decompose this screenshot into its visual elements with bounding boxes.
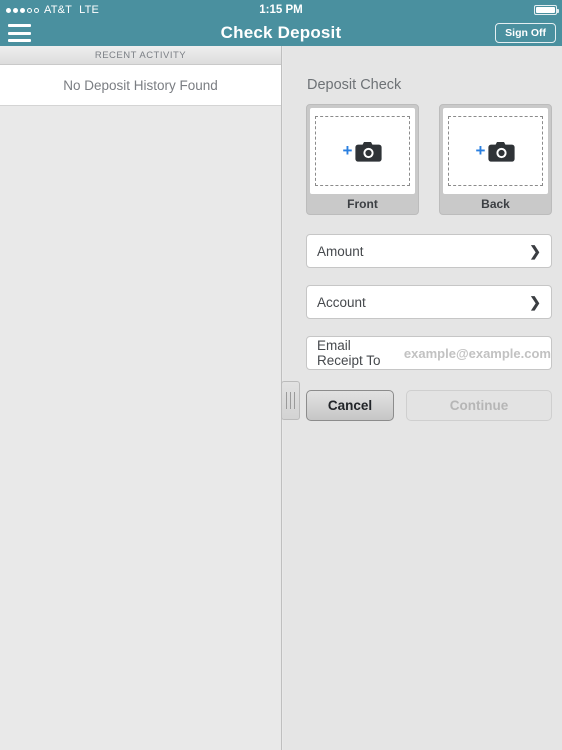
- capture-front-preview: +: [310, 108, 415, 194]
- amount-field[interactable]: Amount ❯: [306, 234, 552, 268]
- battery-icon: [534, 5, 559, 15]
- sign-off-button[interactable]: Sign Off: [495, 23, 556, 43]
- clock-label: 1:15 PM: [259, 4, 303, 16]
- recent-activity-panel: RECENT ACTIVITY No Deposit History Found: [0, 46, 282, 750]
- camera-icon: [488, 141, 516, 162]
- account-field-label: Account: [317, 294, 366, 310]
- chevron-right-icon: ❯: [529, 294, 541, 310]
- capture-back-label: Back: [481, 197, 510, 211]
- camera-icon: [355, 141, 383, 162]
- recent-activity-header: RECENT ACTIVITY: [0, 46, 281, 65]
- app-window: AT&T LTE 1:15 PM Check Deposit Sign Off …: [0, 0, 562, 750]
- capture-back-preview: +: [443, 108, 548, 194]
- email-receipt-field[interactable]: Email Receipt To example@example.com: [306, 336, 552, 370]
- capture-back-dashed-area: +: [448, 116, 543, 186]
- capture-front-label: Front: [347, 197, 378, 211]
- cancel-button[interactable]: Cancel: [306, 390, 394, 421]
- status-bar: AT&T LTE 1:15 PM: [0, 0, 562, 20]
- action-button-group: Cancel Continue: [306, 390, 552, 421]
- capture-back-card[interactable]: + Back: [439, 104, 552, 215]
- email-receipt-input[interactable]: example@example.com: [404, 346, 551, 361]
- continue-button: Continue: [406, 390, 552, 421]
- chevron-right-icon: ❯: [529, 243, 541, 259]
- plus-icon: +: [342, 141, 353, 160]
- deposit-check-title: Deposit Check: [307, 77, 402, 93]
- plus-icon: +: [475, 141, 486, 160]
- capture-front-card[interactable]: + Front: [306, 104, 419, 215]
- deposit-check-panel: Deposit Check + Front + Back Amount ❯ Ac…: [283, 46, 562, 750]
- status-bar-right: [534, 0, 559, 20]
- account-field[interactable]: Account ❯: [306, 285, 552, 319]
- drag-handle-icon[interactable]: [281, 381, 300, 420]
- content-area: RECENT ACTIVITY No Deposit History Found…: [0, 46, 562, 750]
- navigation-bar: Check Deposit Sign Off: [0, 20, 562, 46]
- capture-front-dashed-area: +: [315, 116, 410, 186]
- email-receipt-label: Email Receipt To: [317, 338, 381, 368]
- page-title: Check Deposit: [220, 23, 342, 42]
- empty-history-row: No Deposit History Found: [0, 65, 281, 106]
- check-image-capture-group: + Front + Back: [306, 104, 552, 215]
- amount-field-label: Amount: [317, 243, 364, 259]
